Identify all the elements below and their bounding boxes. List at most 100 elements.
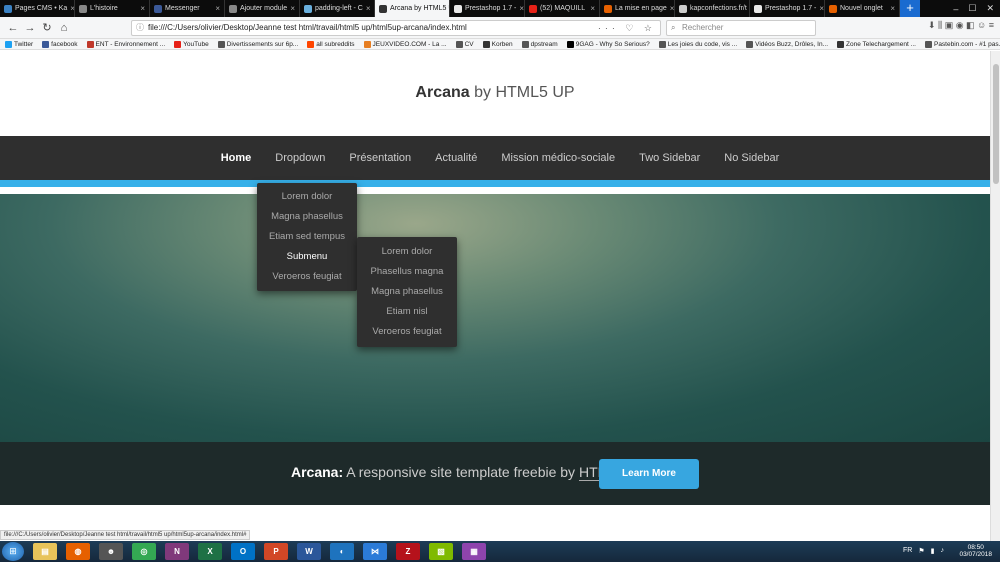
language-indicator[interactable]: FR [903, 547, 912, 555]
browser-tab[interactable]: La mise en page × [600, 0, 675, 17]
taskbar-app[interactable]: ▦ [462, 543, 486, 560]
taskbar-app[interactable]: O [231, 543, 255, 560]
tab-close-icon[interactable]: × [140, 4, 145, 13]
page-info-icon[interactable]: ⓘ [136, 21, 144, 35]
submenu-item[interactable]: Magna phasellus [357, 282, 457, 302]
taskbar-app[interactable]: N [165, 543, 189, 560]
back-icon[interactable]: ← [5, 20, 21, 36]
bookmark-item[interactable]: facebook [42, 40, 78, 48]
toolbar-icons[interactable]: ⬇ ⫼ ▣ ◉ ◧ ☺ ≡ [928, 20, 994, 31]
dropdown-item[interactable]: Etiam sed tempus [257, 227, 357, 247]
taskbar-app[interactable]: ◍ [66, 543, 90, 560]
taskbar-app[interactable]: ◎ [132, 543, 156, 560]
new-tab-button[interactable]: + [900, 0, 920, 17]
dropdown-menu: Lorem dolor Magna phasellus Etiam sed temp… [257, 183, 357, 291]
browser-tab[interactable]: Arcana by HTML5 U× [375, 0, 450, 17]
nav-item[interactable]: Dropdown [275, 152, 325, 164]
bookmark-icon [658, 40, 666, 48]
system-tray[interactable]: FR ⚑ ▮ ♪ [903, 547, 944, 555]
tab-label: Arcana by HTML5 U [390, 5, 450, 12]
bookmark-item[interactable]: Korben [482, 40, 513, 48]
learn-more-button[interactable]: Learn More [599, 459, 699, 489]
submenu-item[interactable]: Phasellus magna [357, 262, 457, 282]
home-icon[interactable]: ⌂ [56, 20, 72, 36]
browser-tab[interactable]: (52) MAQUILL × [525, 0, 600, 17]
browser-tab[interactable]: Nouvel onglet × [825, 0, 900, 17]
nav-item[interactable]: Présentation [349, 152, 411, 164]
tab-label: Pages CMS • Ka [15, 5, 68, 12]
dropdown-item[interactable]: Submenu [257, 247, 357, 267]
tab-close-icon[interactable]: × [215, 4, 220, 13]
flag-icon[interactable]: ⚑ [918, 547, 924, 555]
address-bar[interactable]: ⓘ file:///C:/Users/olivier/Desktop/Jeann… [131, 20, 661, 36]
submenu-item[interactable]: Lorem dolor [357, 242, 457, 262]
bookmark-item[interactable]: JEUXVIDEO.COM - La ... [363, 40, 447, 48]
taskbar-app[interactable]: ⋈ [363, 543, 387, 560]
submenu-item[interactable]: Etiam nisl [357, 302, 457, 322]
bookmark-icon [5, 40, 12, 48]
nav-item[interactable]: Two Sidebar [639, 152, 700, 164]
bookmark-item[interactable]: CV [455, 40, 474, 48]
bookmark-item[interactable]: ENT - Environnement ... [86, 40, 165, 48]
scrollbar-thumb[interactable] [993, 64, 999, 184]
site-logo[interactable]: Arcana by HTML5 UP [0, 84, 990, 102]
browser-tab[interactable]: padding-left - C × [300, 0, 375, 17]
browser-tab[interactable]: kapconfections.fr/t× [675, 0, 750, 17]
nav-item[interactable]: No Sidebar [724, 152, 779, 164]
taskbar-app[interactable]: ◐ [330, 543, 354, 560]
taskbar-app[interactable]: ▧ [429, 543, 453, 560]
browser-tab[interactable]: Prestashop 1.7 - × [450, 0, 525, 17]
browser-toolbar: ← → ↻ ⌂ ⓘ file:///C:/Users/olivier/Deskt… [0, 17, 1000, 39]
nav-item[interactable]: Mission médico-sociale [501, 152, 615, 164]
bookmark-item[interactable]: Twitter [5, 40, 33, 48]
clock[interactable]: 08:50 03/07/2018 [959, 544, 992, 558]
dropdown-item[interactable]: Lorem dolor [257, 187, 357, 207]
taskbar-app[interactable]: ▤ [33, 543, 57, 560]
start-button[interactable]: ⊞ [2, 542, 24, 561]
bookmark-item[interactable]: 9GAG - Why So Serious? [566, 40, 650, 48]
tab-close-icon[interactable]: × [290, 4, 295, 13]
tab-favicon-icon [304, 4, 312, 13]
reload-icon[interactable]: ↻ [39, 20, 55, 36]
browser-tab[interactable]: Prestashop 1.7 - × [750, 0, 825, 17]
tab-close-icon[interactable]: × [519, 4, 524, 13]
submenu-item[interactable]: Veroeros feugiat [357, 322, 457, 342]
browser-tab[interactable]: L'histoire × [75, 0, 150, 17]
minimize-icon[interactable]: – [953, 4, 958, 14]
dropdown-item[interactable]: Magna phasellus [257, 207, 357, 227]
bookmark-item[interactable]: Divertissements sur 6p... [217, 40, 298, 48]
bookmark-icon [566, 40, 574, 48]
bookmark-item[interactable]: all subreddits [307, 40, 355, 48]
taskbar-app[interactable]: W [297, 543, 321, 560]
tab-close-icon[interactable]: × [890, 4, 895, 13]
network-icon[interactable]: ▮ [931, 547, 935, 555]
taskbar-app[interactable]: X [198, 543, 222, 560]
tab-close-icon[interactable]: × [590, 4, 595, 13]
nav-item[interactable]: Home [221, 152, 252, 164]
close-window-icon[interactable]: ✕ [986, 3, 994, 14]
browser-tab[interactable]: Pages CMS • Ka × [0, 0, 75, 17]
taskbar-app[interactable]: Z [396, 543, 420, 560]
bookmark-item[interactable]: Vidéos Buzz, Drôles, In... [746, 40, 828, 48]
tab-close-icon[interactable]: × [819, 4, 824, 13]
browser-tab[interactable]: Messenger × [150, 0, 225, 17]
bookmark-item[interactable]: Les joies du code, vis ... [658, 40, 737, 48]
bookmark-item[interactable]: Zone Telechargement ... [837, 40, 916, 48]
forward-icon[interactable]: → [22, 20, 38, 36]
nav-item[interactable]: Actualité [435, 152, 477, 164]
page-scrollbar[interactable] [990, 51, 1000, 541]
page-actions[interactable]: ··· ♡ ☆ [598, 21, 656, 35]
bookmark-item[interactable]: YouTube [174, 40, 209, 48]
bookmark-item[interactable]: dpstream [521, 40, 558, 48]
volume-icon[interactable]: ♪ [941, 547, 945, 555]
dropdown-item[interactable]: Veroeros feugiat [257, 267, 357, 287]
logo-bold: Arcana [415, 84, 470, 101]
bookmark-item[interactable]: Pastebin.com - #1 pas... [924, 40, 1000, 48]
tab-close-icon[interactable]: × [670, 4, 674, 13]
maximize-icon[interactable]: ☐ [968, 3, 976, 14]
search-input[interactable]: ⌕ Rechercher [666, 20, 816, 36]
taskbar-app[interactable]: ☻ [99, 543, 123, 560]
browser-tab[interactable]: Ajouter module × [225, 0, 300, 17]
taskbar-app[interactable]: P [264, 543, 288, 560]
tab-close-icon[interactable]: × [366, 4, 371, 13]
